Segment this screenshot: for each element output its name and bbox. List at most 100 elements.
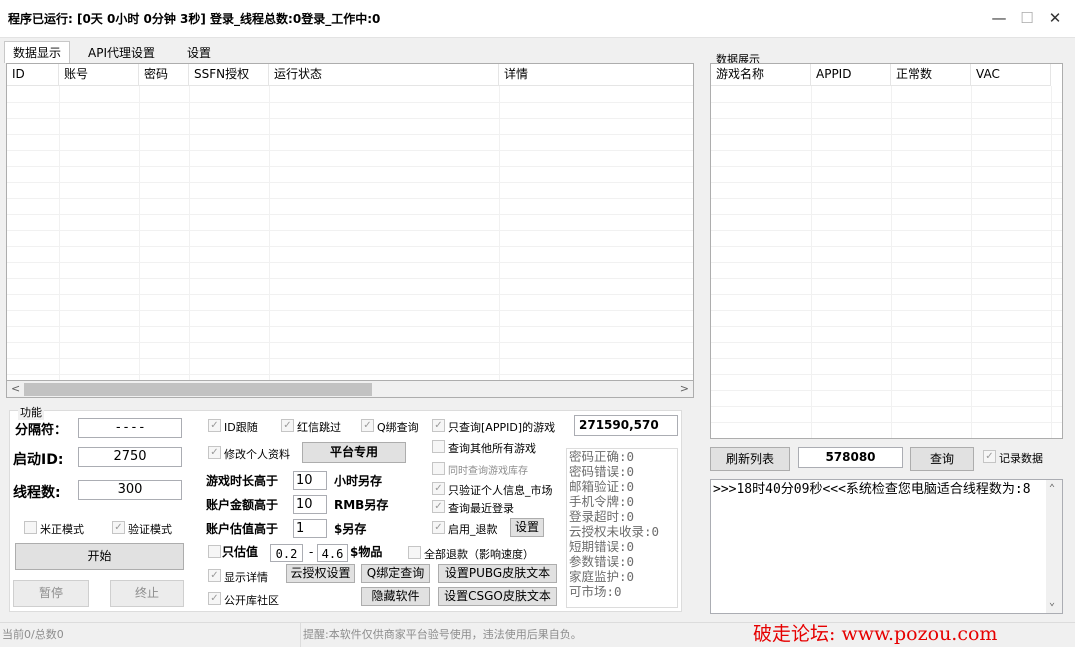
column-header-password[interactable]: 密码 (139, 64, 189, 86)
maximize-icon[interactable]: ☐ (1016, 8, 1038, 28)
function-group-legend: 功能 (18, 404, 44, 420)
refund-all-checkbox[interactable] (408, 546, 421, 559)
grid-row-line (7, 134, 693, 135)
verify-mode-label: 验证模式 (128, 523, 172, 536)
progress-status: 当前0/总数0 (2, 628, 64, 641)
verify-market-checkbox[interactable]: ✓ (432, 482, 445, 495)
grid-row-line (711, 102, 1062, 103)
cloud-auth-settings-button[interactable]: 云授权设置 (286, 564, 355, 583)
refund-settings-button[interactable]: 设置 (510, 518, 544, 537)
show-details-checkbox[interactable]: ✓ (208, 569, 221, 582)
threads-input[interactable]: 300 (78, 480, 182, 500)
start-button[interactable]: 开始 (15, 543, 184, 570)
notice-text: 提醒:本软件仅供商家平台验号使用，违法使用后果自负。 (303, 628, 582, 641)
threads-label: 线程数: (13, 485, 61, 501)
balance-input[interactable]: 10 (293, 495, 327, 514)
accounts-table[interactable]: ID 账号 密码 SSFN授权 运行状态 详情 (6, 63, 694, 381)
valuation-input[interactable]: 1 (293, 519, 327, 538)
status-bar: 当前0/总数0 提醒:本软件仅供商家平台验号使用，违法使用后果自负。 破走论坛:… (0, 622, 1075, 647)
grid-row-line (711, 182, 1062, 183)
playtime-input[interactable]: 10 (293, 471, 327, 490)
show-details-label: 显示详情 (224, 571, 268, 584)
game-table[interactable]: 游戏名称 APPID 正常数 VAC (710, 63, 1063, 439)
appid-filter-input[interactable]: 271590,570 (574, 415, 678, 436)
enable-refund-label: 启用_退款 (448, 523, 498, 536)
grid-column-line (971, 86, 972, 438)
grid-row-line (711, 166, 1062, 167)
tab-settings[interactable]: 设置 (178, 41, 220, 63)
column-header-appid[interactable]: APPID (811, 64, 891, 86)
appid-query-input[interactable]: 578080 (798, 447, 903, 468)
q-bind-query-checkbox[interactable]: ✓ (361, 419, 374, 432)
refresh-list-button[interactable]: 刷新列表 (710, 447, 790, 471)
scroll-left-icon[interactable]: < (11, 382, 20, 395)
pause-button[interactable]: 暂停 (13, 580, 89, 607)
grid-row-line (711, 262, 1062, 263)
scroll-up-icon[interactable]: ⌃ (1049, 481, 1055, 497)
modify-profile-label: 修改个人资料 (224, 448, 290, 461)
grid-column-line (269, 86, 270, 380)
query-button[interactable]: 查询 (910, 447, 974, 471)
log-output[interactable]: >>>18时40分09秒<<<系统检查您电脑适合线程数为:8 ⌃ ⌄ (710, 479, 1063, 614)
separator-input[interactable]: ---- (78, 418, 182, 438)
tab-data-display[interactable]: 数据显示 (4, 41, 71, 63)
pubg-skin-text-button[interactable]: 设置PUBG皮肤文本 (438, 564, 557, 583)
platform-only-button[interactable]: 平台专用 (302, 442, 406, 463)
query-recent-login-checkbox[interactable]: ✓ (432, 500, 445, 513)
verify-mode-checkbox[interactable]: ✓ (112, 521, 125, 534)
range-min-input[interactable]: 0.2 (270, 544, 303, 562)
query-others-label: 查询其他所有游戏 (448, 442, 536, 455)
tab-api-proxy[interactable]: API代理设置 (79, 41, 164, 63)
id-follow-checkbox[interactable]: ✓ (208, 419, 221, 432)
watermark-text: 破走论坛: www.pozou.com (753, 623, 998, 645)
scroll-right-icon[interactable]: > (680, 382, 689, 395)
scroll-thumb[interactable] (24, 383, 372, 396)
column-header-account[interactable]: 账号 (59, 64, 139, 86)
query-recent-login-label: 查询最近登录 (448, 502, 514, 515)
grid-column-line (891, 86, 892, 438)
column-header-id[interactable]: ID (7, 64, 59, 86)
grid-row-line (7, 358, 693, 359)
close-icon[interactable]: ✕ (1044, 8, 1066, 28)
q-bind-lookup-button[interactable]: Q绑定查询 (361, 564, 430, 583)
balance-unit: RMB另存 (334, 498, 389, 512)
record-data-checkbox[interactable]: ✓ (983, 450, 996, 463)
csgo-skin-text-button[interactable]: 设置CSGO皮肤文本 (438, 587, 557, 606)
grid-row-line (711, 246, 1062, 247)
public-community-checkbox[interactable]: ✓ (208, 592, 221, 605)
column-header-vac[interactable]: VAC (971, 64, 1051, 86)
grid-row-line (7, 230, 693, 231)
only-appid-checkbox[interactable]: ✓ (432, 419, 445, 432)
grid-column-line (811, 86, 812, 438)
column-header-normal[interactable]: 正常数 (891, 64, 971, 86)
rice-mode-checkbox[interactable] (24, 521, 37, 534)
enable-refund-checkbox[interactable]: ✓ (432, 521, 445, 534)
column-header-status[interactable]: 运行状态 (269, 64, 499, 86)
redletter-skip-checkbox[interactable]: ✓ (281, 419, 294, 432)
minimize-icon[interactable]: — (988, 8, 1010, 28)
stat-param-error: 参数错误:0 (569, 554, 635, 569)
range-max-input[interactable]: 4.6 (317, 544, 348, 562)
query-inventory-checkbox[interactable] (432, 462, 445, 475)
only-appid-label: 只查询[APPID]的游戏 (448, 421, 556, 434)
accounts-horizontal-scrollbar[interactable]: < > (6, 380, 694, 398)
only-value-checkbox[interactable] (208, 545, 221, 558)
modify-profile-checkbox[interactable]: ✓ (208, 446, 221, 459)
grid-row-line (7, 278, 693, 279)
column-header-ssfn[interactable]: SSFN授权 (189, 64, 269, 86)
grid-row-line (711, 406, 1062, 407)
scroll-down-icon[interactable]: ⌄ (1049, 595, 1055, 611)
query-others-checkbox[interactable] (432, 440, 445, 453)
grid-row-line (711, 422, 1062, 423)
start-id-input[interactable]: 2750 (78, 447, 182, 467)
grid-row-line (7, 310, 693, 311)
hide-software-button[interactable]: 隐藏软件 (361, 587, 430, 606)
column-header-details[interactable]: 详情 (499, 64, 693, 86)
stat-password-wrong: 密码错误:0 (569, 464, 635, 479)
column-header-game-name[interactable]: 游戏名称 (711, 64, 811, 86)
window-title: 程序已运行: [0天 0小时 0分钟 3秒] 登录_线程总数:0登录_工作中:0 (8, 12, 381, 26)
grid-row-line (7, 294, 693, 295)
stop-button[interactable]: 终止 (110, 580, 184, 607)
valuation-unit: $另存 (334, 522, 367, 536)
log-scrollbar[interactable]: ⌃ ⌄ (1046, 480, 1062, 613)
